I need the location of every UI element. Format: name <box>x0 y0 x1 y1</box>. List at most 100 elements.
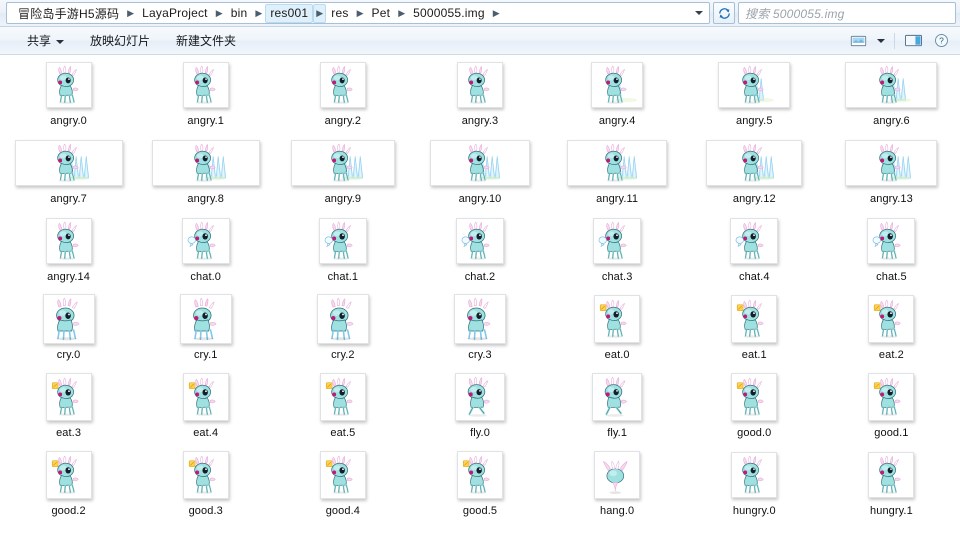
file-thumbnail[interactable] <box>183 62 229 108</box>
file-thumbnail[interactable] <box>320 62 366 108</box>
file-item[interactable]: good.2 <box>0 447 137 525</box>
file-item[interactable]: angry.7 <box>0 135 137 213</box>
file-thumbnail[interactable] <box>430 140 530 186</box>
file-thumbnail[interactable] <box>183 451 229 499</box>
file-item[interactable]: angry.0 <box>0 57 137 135</box>
file-item[interactable]: hungry.1 <box>823 447 960 525</box>
preview-pane-button[interactable] <box>900 30 926 52</box>
file-list-pane[interactable]: angry.0angry.1angry.2angry.3angry.4angry… <box>0 55 960 540</box>
file-item[interactable]: angry.5 <box>686 57 823 135</box>
breadcrumb[interactable]: 冒险岛手游H5源码▶LayaProject▶bin▶res001▶res▶Pet… <box>6 2 710 24</box>
file-item[interactable]: chat.0 <box>137 213 274 291</box>
file-item[interactable]: angry.6 <box>823 57 960 135</box>
file-item[interactable]: cry.2 <box>274 291 411 369</box>
toolbar-slideshow[interactable]: 放映幻灯片 <box>77 30 163 52</box>
file-thumbnail[interactable] <box>319 218 367 264</box>
file-thumbnail[interactable] <box>457 62 503 108</box>
file-item[interactable]: good.4 <box>274 447 411 525</box>
file-thumbnail[interactable] <box>567 140 667 186</box>
file-item[interactable]: eat.2 <box>823 291 960 369</box>
file-thumbnail[interactable] <box>868 452 914 498</box>
file-item[interactable]: angry.10 <box>411 135 548 213</box>
file-thumbnail[interactable] <box>591 62 643 108</box>
toolbar-share[interactable]: 共享 <box>14 30 77 52</box>
file-thumbnail[interactable] <box>454 294 506 344</box>
file-thumbnail[interactable] <box>320 373 366 421</box>
file-item[interactable]: eat.0 <box>549 291 686 369</box>
breadcrumb-item-6[interactable]: 5000055.img <box>408 4 490 23</box>
file-thumbnail[interactable] <box>594 295 640 343</box>
breadcrumb-item-2[interactable]: bin <box>226 4 253 23</box>
file-item[interactable]: angry.8 <box>137 135 274 213</box>
file-thumbnail[interactable] <box>320 451 366 499</box>
file-item[interactable]: angry.11 <box>549 135 686 213</box>
file-item[interactable]: good.1 <box>823 369 960 447</box>
file-item[interactable]: fly.1 <box>549 369 686 447</box>
chevron-right-icon[interactable]: ▶ <box>252 9 265 18</box>
file-thumbnail[interactable] <box>455 373 505 421</box>
file-thumbnail[interactable] <box>592 373 642 421</box>
search-box[interactable]: 搜索 5000055.img <box>738 2 956 24</box>
breadcrumb-item-4[interactable]: res <box>326 4 353 23</box>
file-thumbnail[interactable] <box>180 294 232 344</box>
file-item[interactable]: chat.1 <box>274 213 411 291</box>
file-thumbnail[interactable] <box>731 452 777 498</box>
chevron-right-icon[interactable]: ▶ <box>313 4 326 23</box>
file-item[interactable]: angry.12 <box>686 135 823 213</box>
file-item[interactable]: fly.0 <box>411 369 548 447</box>
file-thumbnail[interactable] <box>867 218 915 264</box>
file-item[interactable]: angry.13 <box>823 135 960 213</box>
file-item[interactable]: angry.9 <box>274 135 411 213</box>
breadcrumb-item-5[interactable]: Pet <box>367 4 396 23</box>
file-thumbnail[interactable] <box>718 62 790 108</box>
file-thumbnail[interactable] <box>182 218 230 264</box>
file-item[interactable]: angry.3 <box>411 57 548 135</box>
breadcrumb-item-1[interactable]: LayaProject <box>137 4 213 23</box>
file-thumbnail[interactable] <box>731 295 777 343</box>
file-item[interactable]: good.5 <box>411 447 548 525</box>
file-thumbnail[interactable] <box>868 295 914 343</box>
file-thumbnail[interactable] <box>15 140 123 186</box>
file-thumbnail[interactable] <box>46 373 92 421</box>
file-item[interactable]: good.0 <box>686 369 823 447</box>
file-item[interactable]: chat.3 <box>549 213 686 291</box>
file-thumbnail[interactable] <box>731 373 777 421</box>
file-thumbnail[interactable] <box>845 62 937 108</box>
file-item[interactable]: eat.3 <box>0 369 137 447</box>
file-item[interactable]: angry.14 <box>0 213 137 291</box>
chevron-right-icon[interactable]: ▶ <box>490 9 503 18</box>
search-input[interactable]: 搜索 5000055.img <box>745 5 845 22</box>
file-item[interactable]: cry.0 <box>0 291 137 369</box>
file-item[interactable]: hungry.0 <box>686 447 823 525</box>
file-item[interactable]: good.3 <box>137 447 274 525</box>
file-item[interactable]: cry.3 <box>411 291 548 369</box>
file-item[interactable]: angry.4 <box>549 57 686 135</box>
file-item[interactable]: angry.1 <box>137 57 274 135</box>
file-thumbnail[interactable] <box>706 140 802 186</box>
file-item[interactable]: chat.2 <box>411 213 548 291</box>
file-thumbnail[interactable] <box>183 373 229 421</box>
file-item[interactable]: hang.0 <box>549 447 686 525</box>
view-mode-button[interactable] <box>845 30 871 52</box>
file-thumbnail[interactable] <box>46 451 92 499</box>
file-thumbnail[interactable] <box>456 218 504 264</box>
file-thumbnail[interactable] <box>845 140 937 186</box>
breadcrumb-item-3[interactable]: res001 <box>265 4 313 23</box>
file-thumbnail[interactable] <box>291 140 395 186</box>
view-mode-dropdown-button[interactable] <box>873 30 889 52</box>
chevron-right-icon[interactable]: ▶ <box>395 9 408 18</box>
file-thumbnail[interactable] <box>46 62 92 108</box>
file-thumbnail[interactable] <box>46 218 92 264</box>
file-item[interactable]: eat.1 <box>686 291 823 369</box>
chevron-right-icon[interactable]: ▶ <box>124 9 137 18</box>
file-thumbnail[interactable] <box>457 451 503 499</box>
file-thumbnail[interactable] <box>317 294 369 344</box>
file-thumbnail[interactable] <box>593 218 641 264</box>
refresh-button[interactable] <box>713 2 735 24</box>
file-item[interactable]: eat.4 <box>137 369 274 447</box>
file-thumbnail[interactable] <box>152 140 260 186</box>
file-thumbnail[interactable] <box>43 294 95 344</box>
chevron-right-icon[interactable]: ▶ <box>354 9 367 18</box>
file-item[interactable]: chat.4 <box>686 213 823 291</box>
file-thumbnail[interactable] <box>594 451 640 499</box>
